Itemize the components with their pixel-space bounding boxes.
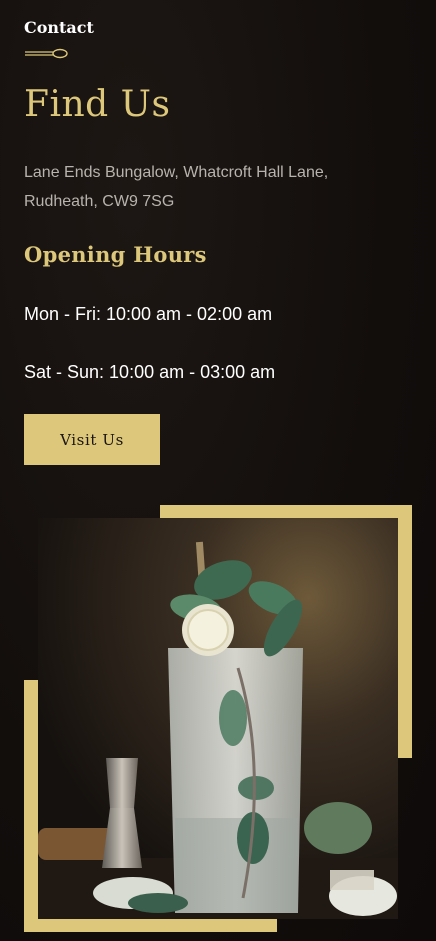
opening-hours-title: Opening Hours xyxy=(24,242,207,267)
cocktail-photo xyxy=(38,518,398,919)
hours-weekend: Sat - Sun: 10:00 am - 03:00 am xyxy=(24,362,276,382)
address-line-1: Lane Ends Bungalow, Whatcroft Hall Lane, xyxy=(24,164,329,181)
hours-weekdays: Mon - Fri: 10:00 am - 02:00 am xyxy=(24,304,273,324)
section-eyebrow: Contact xyxy=(24,18,94,37)
address-line-2: Rudheath, CW9 7SG xyxy=(24,193,175,210)
spoon-divider-icon xyxy=(25,48,68,59)
visit-us-button[interactable]: Visit Us xyxy=(24,414,160,465)
address: Lane Ends Bungalow, Whatcroft Hall Lane,… xyxy=(24,158,394,216)
page-title: Find Us xyxy=(24,84,171,125)
